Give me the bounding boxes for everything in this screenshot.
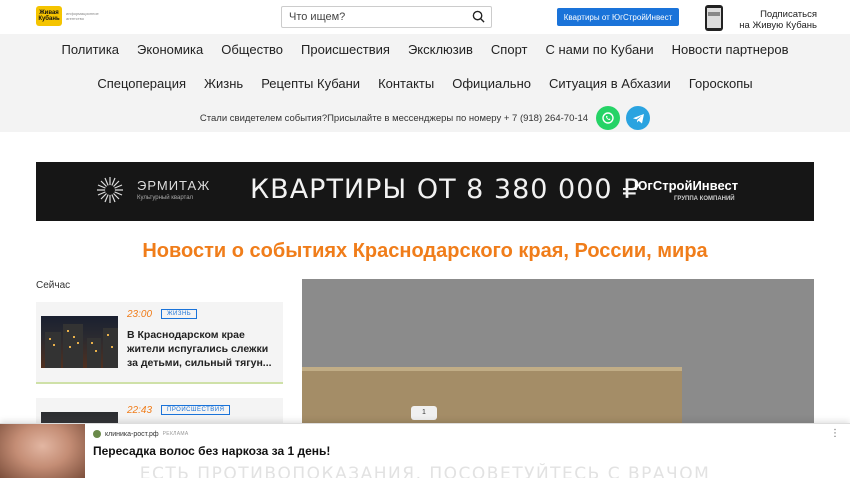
featured-slider[interactable] [302, 279, 814, 429]
news-tag[interactable]: ПРОИСШЕСТВИЯ [161, 405, 231, 415]
top-header: Живая Кубань информационное агентство Кв… [0, 0, 850, 34]
nav-row-1: Политика Экономика Общество Происшествия… [0, 42, 850, 57]
nav-item-sport[interactable]: Спорт [482, 42, 537, 57]
ad-menu-icon[interactable]: ⋮ [830, 428, 840, 439]
subscribe-line1: Подписаться [760, 9, 817, 20]
search-box[interactable] [281, 6, 492, 28]
search-icon[interactable] [472, 10, 485, 23]
news-thumbnail[interactable] [41, 316, 118, 368]
nav-item-contacts[interactable]: Контакты [369, 76, 443, 91]
nav-item-economy[interactable]: Экономика [128, 42, 212, 57]
site-logo[interactable]: Живая Кубань информационное агентство [36, 6, 110, 26]
logo-mark: Живая Кубань [36, 6, 62, 26]
now-label: Сейчас [36, 280, 71, 291]
ad-title[interactable]: Пересадка волос без наркоза за 1 день! [93, 444, 330, 458]
ad-source: клиника-рост.рф РЕКЛАМА [93, 430, 188, 438]
telegram-icon[interactable] [626, 106, 651, 130]
news-time: 23:00 [127, 309, 153, 320]
nav-item-incidents[interactable]: Происшествия [292, 42, 399, 57]
page: Живая Кубань информационное агентство Кв… [0, 0, 850, 478]
phone-mockup-icon[interactable] [699, 4, 729, 32]
banner-brand-sub: Культурный квартал [137, 195, 194, 201]
nav-item-special-operation[interactable]: Спецоперация [88, 76, 195, 91]
banner-developer-sub: ГРУППА КОМПАНИЙ [674, 196, 735, 202]
news-headline[interactable]: В Краснодарском крае жители испугались с… [127, 328, 277, 370]
witness-bar: Стали свидетелем события?Присылайте в ме… [0, 106, 850, 130]
banner-brand: ЭРМИТАЖ [137, 178, 211, 193]
search-input[interactable] [282, 7, 462, 27]
ad-source-name: клиника-рост.рф [105, 430, 159, 438]
logo-text: Живая Кубань [38, 10, 60, 22]
nav-item-horoscopes[interactable]: Гороскопы [680, 76, 762, 91]
page-title: Новости о событиях Краснодарского края, … [142, 240, 708, 262]
bottom-ad[interactable]: клиника-рост.рф РЕКЛАМА ⋮ Пересадка воло… [0, 423, 850, 478]
nav-item-politics[interactable]: Политика [52, 42, 128, 57]
nav-item-partner-news[interactable]: Новости партнеров [663, 42, 798, 57]
hermitage-logo-icon [97, 177, 123, 203]
nav-item-official[interactable]: Официально [443, 76, 540, 91]
nav-item-life[interactable]: Жизнь [195, 76, 252, 91]
ad-banner[interactable]: ЭРМИТАЖ Культурный квартал КВАРТИРЫ ОТ 8… [36, 162, 814, 221]
nav-item-abkhazia[interactable]: Ситуация в Абхазии [540, 76, 680, 91]
slider-pagination[interactable]: 1 [411, 406, 437, 420]
witness-text: Стали свидетелем события?Присылайте в ме… [199, 112, 589, 124]
ad-label: РЕКЛАМА [162, 431, 189, 437]
slider-image-box [302, 371, 682, 429]
nav-item-kuban-trips[interactable]: С нами по Кубани [536, 42, 662, 57]
nav-item-exclusive[interactable]: Эксклюзив [399, 42, 482, 57]
nav-item-recipes[interactable]: Рецепты Кубани [252, 76, 369, 91]
news-feed: 23:00 ЖИЗНЬ В Краснодарском крае жители … [36, 302, 283, 432]
nav-item-society[interactable]: Общество [212, 42, 292, 57]
logo-tagline: информационное агентство [66, 11, 99, 21]
ad-disclaimer: ЕСТЬ ПРОТИВОПОКАЗАНИЯ. ПОСОВЕТУЙТЕСЬ С В… [139, 464, 711, 478]
whatsapp-icon[interactable] [596, 106, 621, 130]
subscribe-line2: на Живую Кубань [739, 20, 817, 31]
main-navigation: Политика Экономика Общество Происшествия… [0, 34, 850, 132]
subscribe-link[interactable]: Подписаться на Живую Кубань [733, 9, 817, 31]
nav-row-2: Спецоперация Жизнь Рецепты Кубани Контак… [0, 76, 850, 91]
promo-button[interactable]: Квартиры от ЮгСтройИнвест [557, 8, 679, 26]
banner-headline: КВАРТИРЫ ОТ 8 380 000 ₽ [250, 174, 641, 205]
news-item[interactable]: 23:00 ЖИЗНЬ В Краснодарском крае жители … [36, 302, 283, 384]
news-tag[interactable]: ЖИЗНЬ [161, 309, 198, 319]
news-time: 22:43 [127, 405, 153, 416]
ad-favicon-icon [93, 430, 101, 438]
banner-developer: ЮгСтройИнвест [634, 178, 739, 193]
